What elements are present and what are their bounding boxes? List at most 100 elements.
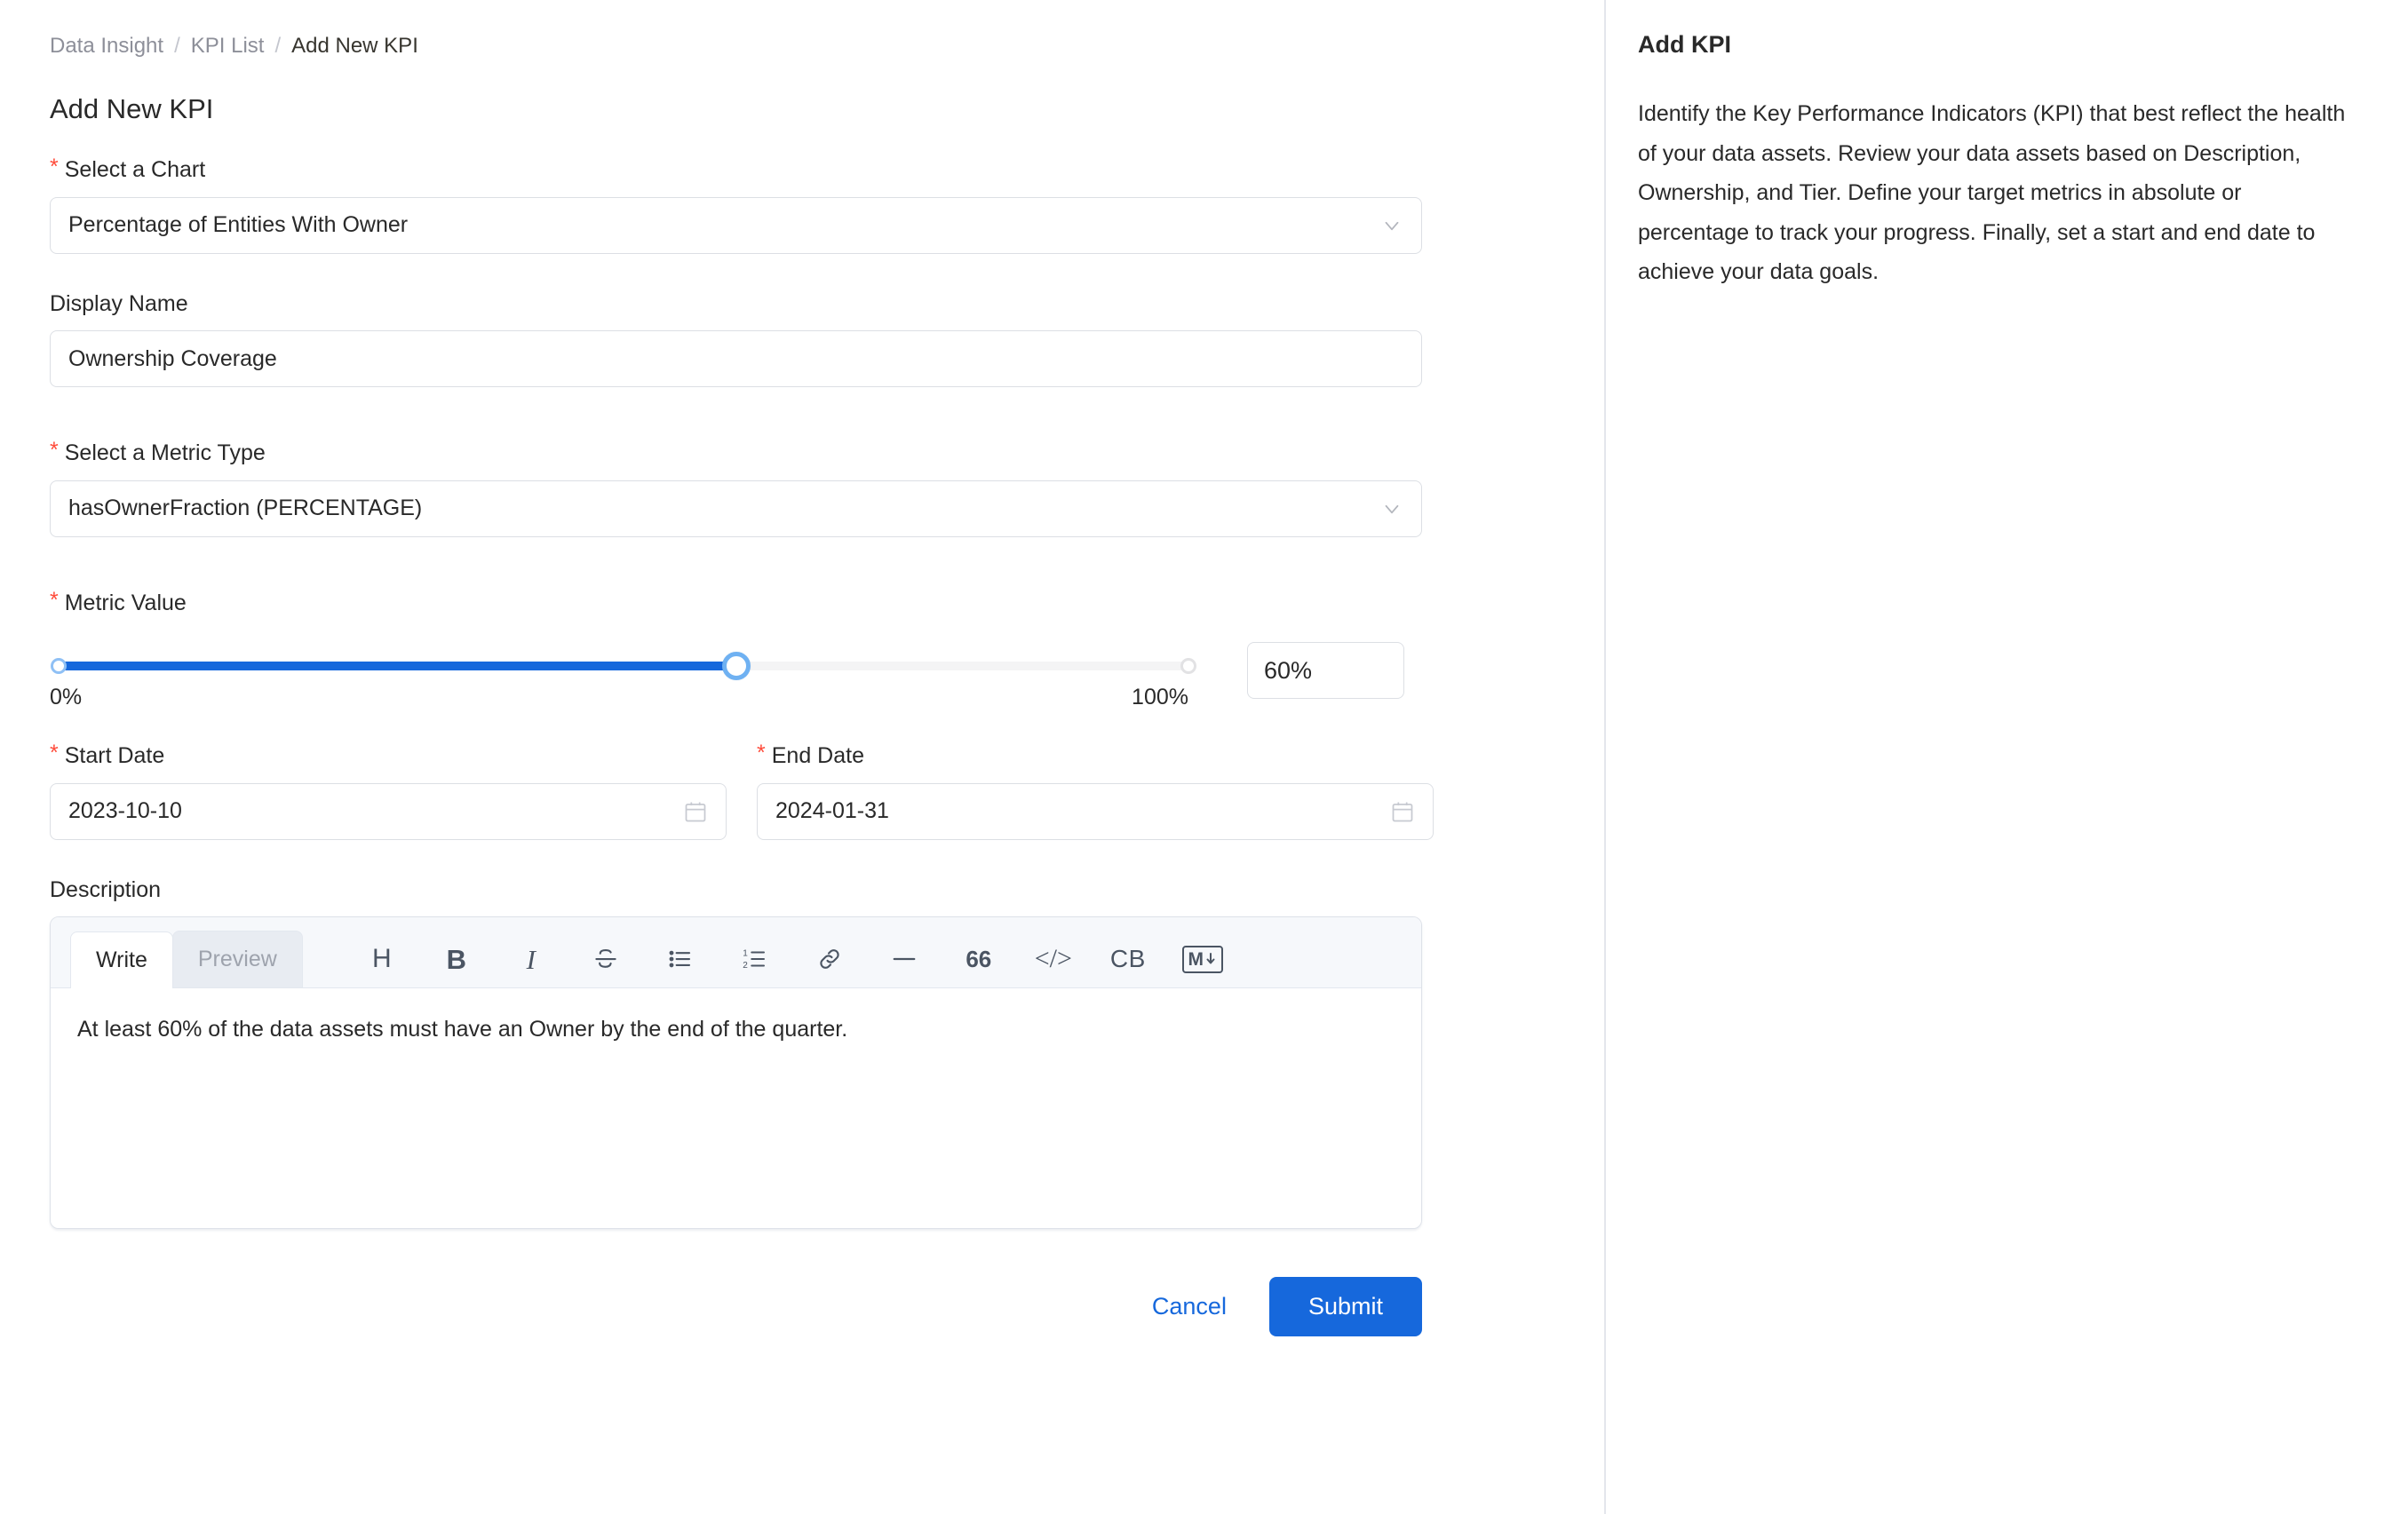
label-display-name: Display Name	[50, 289, 1554, 319]
field-metric-type: * Select a Metric Type hasOwnerFraction …	[50, 439, 1554, 537]
heading-icon[interactable]: H	[345, 931, 419, 987]
required-asterisk: *	[50, 155, 59, 180]
markdown-editor: Write Preview H B I 1 2 66 </> CB M At l…	[50, 916, 1422, 1230]
inline-code-icon[interactable]: </>	[1016, 931, 1091, 987]
italic-icon[interactable]: I	[494, 931, 568, 987]
label-text: Select a Metric Type	[64, 440, 266, 466]
slider-track-fill	[59, 662, 737, 671]
markdown-toolbar: Write Preview H B I 1 2 66 </> CB M	[51, 917, 1421, 989]
kpi-form-panel: Data Insight / KPI List / Add New KPI Ad…	[0, 0, 1604, 1514]
markdown-glyph: M	[1188, 948, 1204, 970]
add-kpi-page: Data Insight / KPI List / Add New KPI Ad…	[0, 0, 2408, 1514]
slider-max-label: 100%	[1132, 685, 1188, 710]
date-range-row: * Start Date 2023-10-10 * End Date 2024-…	[50, 741, 1554, 840]
field-end-date: * End Date 2024-01-31	[757, 741, 1434, 840]
end-date-input[interactable]: 2024-01-31	[757, 782, 1434, 840]
required-asterisk: *	[50, 741, 59, 766]
label-start-date: * Start Date	[50, 741, 727, 771]
metric-value-row: 0% 100% 60%	[50, 642, 1554, 713]
label-text: Description	[50, 876, 162, 902]
select-chart-value: Percentage of Entities With Owner	[68, 212, 409, 238]
calendar-icon[interactable]	[683, 799, 708, 824]
inline-code-glyph: </>	[1034, 944, 1072, 974]
slider-track[interactable]	[51, 652, 1196, 681]
metric-value-text: 60%	[1264, 656, 1313, 684]
breadcrumb-item-add-new-kpi: Add New KPI	[291, 34, 418, 58]
label-text: Metric Value	[64, 590, 187, 615]
code-block-icon[interactable]: CB	[1091, 931, 1165, 987]
tab-preview[interactable]: Preview	[171, 931, 303, 988]
label-description: Description	[50, 876, 1554, 905]
metric-type-dropdown[interactable]: hasOwnerFraction (PERCENTAGE)	[50, 480, 1422, 537]
toolbar-buttons: H B I 12 66 </> CB M	[345, 931, 1240, 987]
info-panel: Add KPI Identify the Key Performance Ind…	[1606, 0, 2408, 1514]
blockquote-icon[interactable]: 66	[942, 931, 1016, 987]
description-text: At least 60% of the data assets must hav…	[77, 1017, 848, 1042]
breadcrumb-separator: /	[174, 34, 180, 58]
display-name-value: Ownership Coverage	[68, 345, 277, 371]
required-asterisk: *	[50, 587, 59, 613]
select-chart-dropdown[interactable]: Percentage of Entities With Owner	[50, 196, 1422, 254]
label-metric-value: * Metric Value	[50, 587, 1554, 618]
slider-min-dot	[51, 658, 67, 675]
label-select-chart: * Select a Chart	[50, 155, 1554, 185]
field-description: Description Write Preview H B I 1 2 66 <…	[50, 876, 1554, 1230]
editor-tabs: Write Preview	[70, 917, 303, 989]
label-end-date: * End Date	[757, 741, 1434, 771]
metric-type-value: hasOwnerFraction (PERCENTAGE)	[68, 495, 423, 521]
field-start-date: * Start Date 2023-10-10	[50, 741, 727, 840]
required-asterisk: *	[757, 741, 766, 766]
display-name-input[interactable]: Ownership Coverage	[50, 330, 1422, 388]
info-panel-title: Add KPI	[1638, 31, 1731, 58]
svg-text:1: 1	[743, 948, 748, 958]
start-date-value: 2023-10-10	[68, 798, 182, 824]
tab-write[interactable]: Write	[70, 931, 173, 989]
horizontal-rule-icon[interactable]	[867, 931, 942, 987]
form-actions: Cancel Submit	[50, 1277, 1422, 1337]
blockquote-glyph: 66	[966, 946, 992, 973]
link-icon[interactable]	[792, 931, 867, 987]
slider-min-label: 0%	[50, 685, 83, 710]
description-textarea[interactable]: At least 60% of the data assets must hav…	[51, 988, 1421, 1229]
start-date-input[interactable]: 2023-10-10	[50, 782, 727, 840]
ordered-list-icon[interactable]: 12	[718, 931, 792, 987]
bullet-list-icon[interactable]	[643, 931, 718, 987]
markdown-badge: M	[1181, 945, 1224, 973]
bold-icon[interactable]: B	[419, 931, 494, 987]
metric-value-input[interactable]: 60%	[1247, 642, 1404, 700]
breadcrumb: Data Insight / KPI List / Add New KPI	[50, 36, 1554, 57]
label-metric-type: * Select a Metric Type	[50, 439, 1554, 468]
chevron-down-icon[interactable]	[1380, 214, 1403, 237]
strikethrough-icon[interactable]	[568, 931, 643, 987]
breadcrumb-item-kpi-list[interactable]: KPI List	[191, 36, 265, 57]
tab-write-label: Write	[96, 947, 147, 973]
label-text: End Date	[771, 743, 864, 769]
submit-button[interactable]: Submit	[1268, 1277, 1422, 1337]
calendar-icon[interactable]	[1390, 799, 1415, 824]
italic-glyph: I	[526, 943, 536, 975]
page-title: Add New KPI	[50, 93, 214, 124]
markdown-icon[interactable]: M	[1165, 931, 1240, 987]
chevron-down-icon[interactable]	[1380, 497, 1403, 520]
required-asterisk: *	[50, 438, 59, 464]
slider-handle[interactable]	[722, 652, 751, 681]
slider-tick-labels: 0% 100%	[50, 685, 1188, 713]
bold-glyph: B	[446, 943, 466, 975]
field-display-name: Display Name Ownership Coverage	[50, 289, 1554, 388]
info-panel-body: Identify the Key Performance Indicators …	[1638, 101, 2346, 285]
label-text: Display Name	[50, 290, 188, 316]
label-text: Select a Chart	[64, 157, 206, 183]
field-metric-value: * Metric Value 0% 100% 60%	[50, 587, 1554, 714]
breadcrumb-separator: /	[274, 34, 282, 58]
tab-preview-label: Preview	[197, 947, 277, 972]
field-select-chart: * Select a Chart Percentage of Entities …	[50, 155, 1554, 254]
slider-max-dot	[1180, 658, 1196, 675]
heading-glyph: H	[371, 944, 392, 974]
breadcrumb-item-data-insight[interactable]: Data Insight	[50, 36, 163, 57]
end-date-value: 2024-01-31	[775, 798, 889, 824]
metric-value-slider[interactable]: 0% 100%	[50, 649, 1196, 713]
cancel-button[interactable]: Cancel	[1124, 1279, 1255, 1335]
code-block-glyph: CB	[1109, 945, 1146, 973]
svg-text:2: 2	[743, 961, 748, 971]
label-text: Start Date	[64, 743, 165, 769]
